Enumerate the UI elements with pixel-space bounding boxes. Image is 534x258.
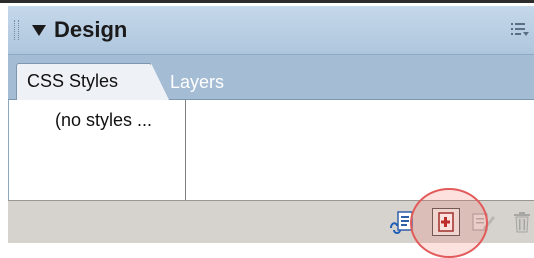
tab-css-styles[interactable]: CSS Styles: [16, 63, 169, 100]
top-divider: [0, 0, 534, 3]
styles-content: (no styles ...: [8, 100, 534, 200]
trash-icon[interactable]: [510, 208, 534, 236]
panel-title[interactable]: Design: [54, 17, 127, 43]
new-rule-highlight-circle: [410, 188, 488, 258]
css-styles-list[interactable]: (no styles ...: [9, 100, 186, 200]
collapse-triangle-icon[interactable]: [32, 25, 46, 36]
panel-tabs: CSS Styles Layers: [8, 55, 534, 100]
panel-options-menu-icon[interactable]: [510, 21, 530, 39]
design-panel: Design CSS Styles Layers (no styles ...: [8, 6, 534, 258]
tab-layers[interactable]: Layers: [170, 67, 224, 97]
panel-titlebar[interactable]: Design: [8, 6, 534, 55]
no-styles-placeholder: (no styles ...: [55, 110, 153, 130]
drag-grip-icon[interactable]: [14, 20, 19, 40]
